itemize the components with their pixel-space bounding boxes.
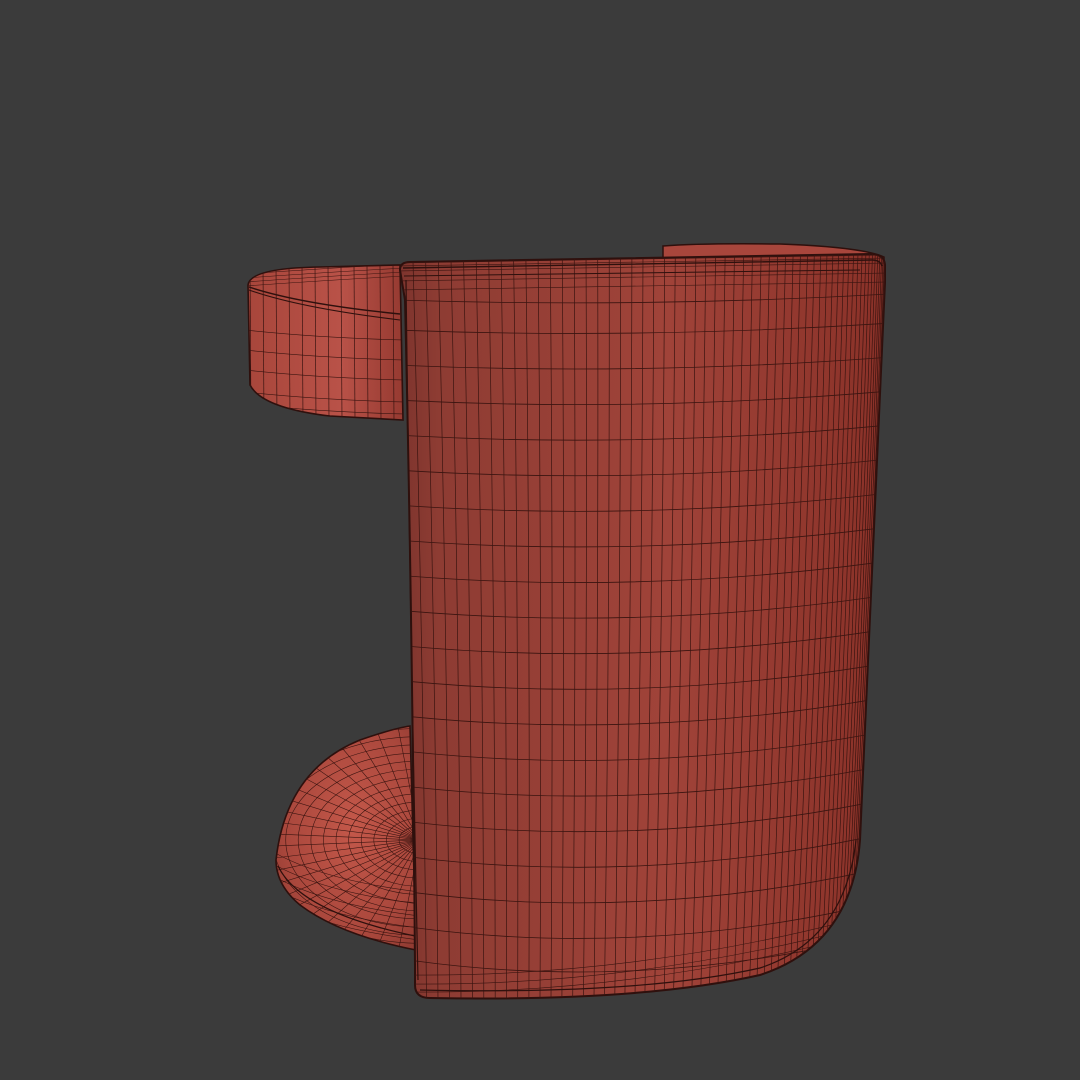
base-disk — [275, 725, 417, 951]
wireframe-model-render — [247, 243, 886, 1000]
3d-viewport[interactable] — [0, 0, 1080, 1080]
curved-shell-body — [398, 252, 886, 1000]
upper-tabletop-cylinder — [247, 264, 404, 421]
